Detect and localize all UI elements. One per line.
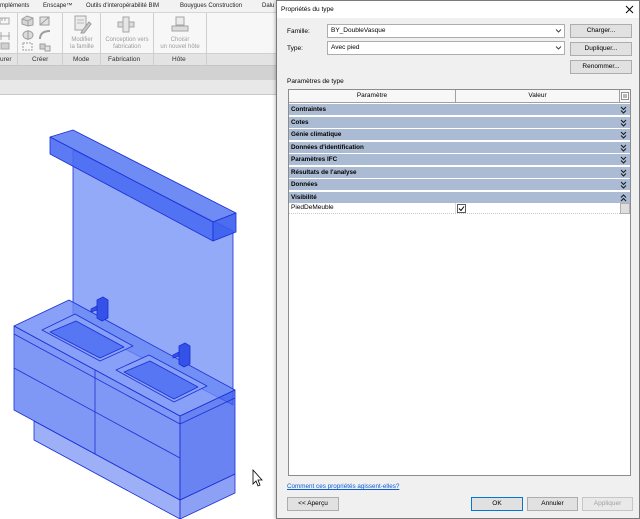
3d-view[interactable] — [0, 95, 276, 519]
component-icon[interactable] — [38, 42, 52, 52]
chevron-double-down-icon[interactable] — [620, 156, 627, 164]
group-label: Génie climatique — [291, 131, 342, 138]
revolve-icon[interactable] — [21, 29, 35, 41]
group-label: Visibilité — [291, 193, 317, 201]
type-select-value: Avec pied — [331, 44, 360, 51]
help-link[interactable]: Comment ces propriétés agissent-elles? — [287, 482, 399, 491]
group-visibilite[interactable]: Visibilité — [289, 191, 630, 204]
close-icon[interactable] — [625, 5, 634, 14]
edit-family-label-line2[interactable]: la famille — [62, 44, 102, 51]
panel-title-mode: Mode — [73, 56, 90, 63]
revit-main-area: mpléments Enscape™ Outils d'interopérabi… — [0, 0, 276, 519]
column-options-button[interactable] — [620, 90, 630, 103]
group-label: Données — [291, 181, 318, 188]
chevron-double-down-icon[interactable] — [620, 131, 627, 139]
duplicate-button[interactable]: Dupliquer... — [570, 42, 632, 56]
column-header-value[interactable]: Valeur — [456, 90, 620, 103]
panel-separator — [17, 13, 18, 65]
pick-host-icon[interactable] — [170, 14, 190, 34]
group-parametres-ifc[interactable]: Paramètres IFC — [289, 154, 630, 166]
edit-family-label-line1[interactable]: Modifier — [62, 37, 102, 44]
dialog-title-bar[interactable]: Propriétés du type — [277, 1, 639, 18]
panel-title-create: Créer — [32, 56, 49, 63]
chevron-double-down-icon[interactable] — [620, 169, 627, 177]
type-select[interactable]: Avec pied — [327, 41, 565, 55]
ribbon-tabs: mpléments Enscape™ Outils d'interopérabi… — [0, 0, 276, 13]
mouse-cursor-icon — [252, 468, 263, 487]
group-label: Cotes — [291, 118, 309, 126]
chevron-down-icon — [555, 29, 562, 33]
aligned-icon[interactable] — [0, 42, 12, 51]
panel-title-fabrication: Fabrication — [108, 56, 141, 63]
column-divider — [455, 203, 456, 213]
column-options-icon — [621, 92, 629, 100]
rename-button[interactable]: Renommer... — [570, 60, 632, 74]
cancel-button[interactable]: Annuler — [527, 497, 578, 511]
tab-bim-interop-tools[interactable]: Outils d'interopérabilité BIM — [86, 2, 159, 10]
chevron-double-down-icon[interactable] — [620, 106, 627, 114]
column-header-parameter[interactable]: Paramètre — [289, 90, 456, 103]
tab-complements[interactable]: mpléments — [0, 2, 29, 10]
group-contraintes[interactable]: Contraintes — [289, 104, 630, 116]
group-resultats-analyse[interactable]: Résultats de l'analyse — [289, 166, 630, 179]
revit-window: mpléments Enscape™ Outils d'interopérabi… — [0, 0, 640, 519]
void-form-icon[interactable] — [21, 42, 35, 52]
chevron-double-up-icon[interactable] — [620, 193, 627, 202]
chevron-double-down-icon[interactable] — [620, 144, 627, 152]
design-to-fabrication-label-line2[interactable]: fabrication — [100, 44, 154, 51]
family-select[interactable]: BY_DoubleVasque — [327, 24, 565, 38]
dimension-icon[interactable] — [0, 31, 12, 41]
panel-separator — [206, 13, 207, 65]
chevron-double-down-icon[interactable] — [620, 181, 627, 189]
blend-icon[interactable] — [38, 15, 52, 27]
tab-dalux[interactable]: Dalu — [262, 2, 274, 10]
design-to-fabrication-label-line1[interactable]: Conception vers — [100, 37, 154, 44]
scrollbar-thumb[interactable] — [620, 203, 630, 214]
load-button[interactable]: Charger... — [570, 24, 632, 38]
group-label: Données d'identification — [291, 143, 364, 151]
fabrication-icon[interactable] — [116, 14, 136, 34]
pick-new-host-label-line2[interactable]: un nouvel hôte — [154, 44, 206, 51]
3d-model-canvas[interactable] — [0, 95, 276, 519]
type-properties-dialog: Propriétés du type Famille: BY_DoubleVas… — [276, 0, 640, 519]
type-parameters-table[interactable]: Paramètre Valeur Contraintes Cotes Génie… — [288, 89, 631, 476]
chevron-double-down-icon[interactable] — [620, 119, 627, 127]
ribbon-panel-titles: urer Créer Mode Fabrication Hôte — [0, 53, 276, 66]
group-label: Contraintes — [291, 106, 326, 113]
group-cotes[interactable]: Cotes — [289, 116, 630, 129]
sweep-icon[interactable] — [38, 29, 52, 41]
panel-separator — [100, 13, 101, 65]
dialog-title: Propriétés du type — [281, 6, 334, 13]
group-donnees-identification[interactable]: Données d'identification — [289, 141, 630, 154]
extrusion-icon[interactable] — [21, 15, 35, 27]
options-bar — [0, 66, 276, 80]
group-label: Résultats de l'analyse — [291, 168, 357, 176]
view-tab-bar — [0, 80, 276, 95]
ok-button[interactable]: OK — [471, 497, 523, 511]
pick-new-host-label-line1[interactable]: Choisir — [154, 37, 206, 44]
apply-button[interactable]: Appliquer — [582, 497, 633, 511]
group-label: Paramètres IFC — [291, 156, 338, 163]
panel-title-measure: urer — [0, 56, 12, 63]
measure-icon[interactable] — [0, 16, 12, 26]
family-label: Famille: — [287, 28, 310, 35]
pied-de-meuble-checkbox[interactable] — [457, 204, 466, 213]
tab-enscape[interactable]: Enscape™ — [43, 2, 72, 10]
table-row[interactable]: PiedDeMeuble — [289, 203, 630, 214]
chevron-down-icon — [555, 46, 562, 50]
check-icon — [458, 206, 465, 212]
panel-separator — [153, 13, 154, 65]
group-donnees[interactable]: Données — [289, 179, 630, 191]
edit-family-icon[interactable] — [72, 14, 92, 34]
tab-bouygues-construction[interactable]: Bouygues Construction — [180, 2, 242, 10]
panel-title-host: Hôte — [172, 56, 186, 63]
family-select-value: BY_DoubleVasque — [331, 27, 386, 34]
panel-separator — [62, 13, 63, 65]
type-parameters-label: Paramètres de type — [287, 78, 344, 85]
parameter-name: PiedDeMeuble — [291, 204, 334, 211]
group-genie-climatique[interactable]: Génie climatique — [289, 129, 630, 141]
type-label: Type: — [287, 45, 303, 52]
preview-button[interactable]: << Aperçu — [287, 497, 339, 511]
